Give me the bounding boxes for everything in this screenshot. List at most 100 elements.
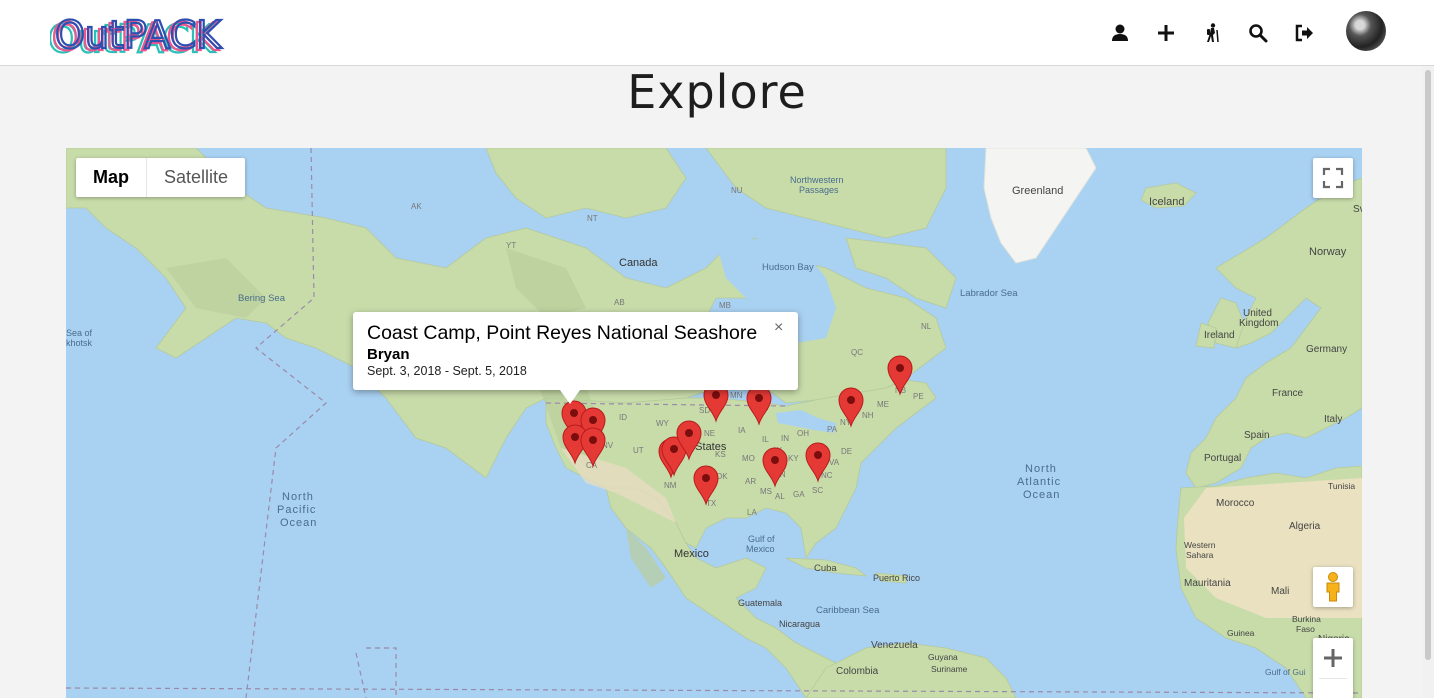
label-mali: Mali: [1271, 586, 1289, 597]
label-algeria: Algeria: [1289, 521, 1321, 532]
top-navbar: OutPACK OutPACK OutPACK: [0, 0, 1434, 66]
label-france: France: [1272, 388, 1304, 399]
map-type-satellite-button[interactable]: Satellite: [147, 158, 245, 197]
close-icon[interactable]: ×: [774, 319, 783, 337]
label-portugal: Portugal: [1204, 453, 1241, 464]
label-gulf-mexico-2: Mexico: [746, 544, 775, 554]
label-ms: MS: [760, 487, 772, 496]
label-morocco: Morocco: [1216, 498, 1255, 509]
label-colombia: Colombia: [836, 666, 879, 677]
label-nh: NH: [862, 411, 874, 420]
label-north-atlantic-1: North: [1025, 463, 1057, 475]
outpack-logo[interactable]: OutPACK OutPACK OutPACK: [50, 8, 250, 58]
street-view-button[interactable]: [1313, 567, 1353, 607]
label-oh: OH: [797, 429, 809, 438]
label-pe: PE: [913, 392, 924, 401]
label-mauritania: Mauritania: [1184, 578, 1231, 589]
label-venezuela: Venezuela: [871, 640, 918, 651]
label-guyana: Guyana: [928, 652, 958, 662]
label-canada: Canada: [619, 257, 658, 269]
pegman-icon: [1326, 572, 1340, 602]
label-de: DE: [841, 447, 852, 456]
label-al: AL: [775, 492, 785, 501]
label-ky: KY: [788, 454, 799, 463]
marker-info-window: Coast Camp, Point Reyes National Seashor…: [353, 312, 798, 404]
label-suriname: Suriname: [931, 664, 968, 674]
label-north-pacific-3: Ocean: [280, 517, 317, 529]
svg-text:OutPACK: OutPACK: [55, 13, 222, 57]
label-guatemala: Guatemala: [738, 598, 782, 608]
zoom-divider: [1319, 678, 1347, 679]
fullscreen-icon: [1322, 167, 1344, 189]
label-burkina-1: Burkina: [1292, 614, 1321, 624]
map-type-control: Map Satellite: [76, 158, 246, 197]
label-nw-passages-2: Passages: [799, 185, 839, 195]
label-ar: AR: [745, 477, 756, 486]
label-western-sahara-1: Western: [1184, 540, 1216, 550]
label-mexico: Mexico: [674, 548, 709, 560]
label-id: ID: [619, 413, 627, 422]
map-type-map-button[interactable]: Map: [76, 158, 147, 197]
label-okhotsk-1: Sea of: [66, 328, 93, 338]
label-okhotsk-2: khotsk: [66, 338, 93, 348]
label-western-sahara-2: Sahara: [1186, 550, 1214, 560]
label-hudson-bay: Hudson Bay: [762, 262, 814, 273]
fullscreen-button[interactable]: [1313, 158, 1353, 198]
label-iceland: Iceland: [1149, 196, 1184, 208]
page-scrollbar[interactable]: [1422, 66, 1434, 698]
scrollbar-thumb[interactable]: [1425, 70, 1431, 660]
map[interactable]: Greenland Iceland Norway Sv Canada Hudso…: [66, 148, 1362, 698]
label-in: IN: [781, 434, 789, 443]
zoom-in-icon[interactable]: [1313, 638, 1353, 678]
label-greenland: Greenland: [1012, 185, 1063, 197]
zoom-control: [1313, 638, 1353, 698]
label-ut: UT: [633, 446, 644, 455]
label-bering-sea: Bering Sea: [238, 293, 286, 304]
label-nm: NM: [664, 481, 677, 490]
label-caribbean-sea: Caribbean Sea: [816, 605, 880, 616]
info-window-tail: [560, 390, 580, 404]
info-window-dates: Sept. 3, 2018 - Sept. 5, 2018: [367, 364, 527, 378]
label-ga: GA: [793, 490, 805, 499]
avatar[interactable]: [1346, 11, 1386, 51]
label-guinea: Guinea: [1227, 628, 1255, 638]
sign-out-icon[interactable]: [1294, 22, 1316, 44]
page-title: Explore: [627, 65, 807, 119]
label-labrador-sea: Labrador Sea: [960, 288, 1018, 299]
label-tunisia: Tunisia: [1328, 481, 1355, 491]
map-canvas[interactable]: Greenland Iceland Norway Sv Canada Hudso…: [66, 148, 1362, 698]
label-burkina-2: Faso: [1296, 624, 1315, 634]
label-gulf-mexico-1: Gulf of: [748, 534, 775, 544]
search-icon[interactable]: [1247, 22, 1269, 44]
label-puerto-rico: Puerto Rico: [873, 573, 920, 583]
label-nicaragua: Nicaragua: [779, 619, 820, 629]
label-il: IL: [762, 435, 769, 444]
label-pa: PA: [827, 425, 838, 434]
label-ne: NE: [704, 429, 715, 438]
plus-icon[interactable]: [1155, 22, 1177, 44]
label-gulf-of-guinea: Gulf of Gui: [1265, 667, 1306, 677]
info-window-title: Coast Camp, Point Reyes National Seashor…: [367, 322, 758, 344]
label-qc: QC: [851, 348, 863, 357]
label-spain: Spain: [1244, 430, 1270, 441]
label-la: LA: [747, 508, 757, 517]
label-mn: MN: [730, 391, 743, 400]
label-mo: MO: [742, 454, 755, 463]
label-italy: Italy: [1324, 414, 1342, 425]
hiker-icon[interactable]: [1201, 22, 1223, 44]
label-nt: NT: [587, 214, 598, 223]
label-wy: WY: [656, 419, 670, 428]
label-north-pacific-1: North: [282, 491, 314, 503]
label-cuba: Cuba: [814, 563, 837, 574]
label-germany: Germany: [1306, 344, 1347, 355]
label-north-pacific-2: Pacific: [277, 504, 316, 516]
label-norway: Norway: [1309, 246, 1347, 258]
label-nu: NU: [731, 186, 743, 195]
label-north-atlantic-2: Atlantic: [1017, 476, 1061, 488]
label-ak: AK: [411, 202, 422, 211]
label-uk-2: Kingdom: [1239, 318, 1278, 329]
label-yt: YT: [506, 241, 516, 250]
label-sc: SC: [812, 486, 823, 495]
user-icon[interactable]: [1109, 22, 1131, 44]
label-va: VA: [829, 458, 840, 467]
